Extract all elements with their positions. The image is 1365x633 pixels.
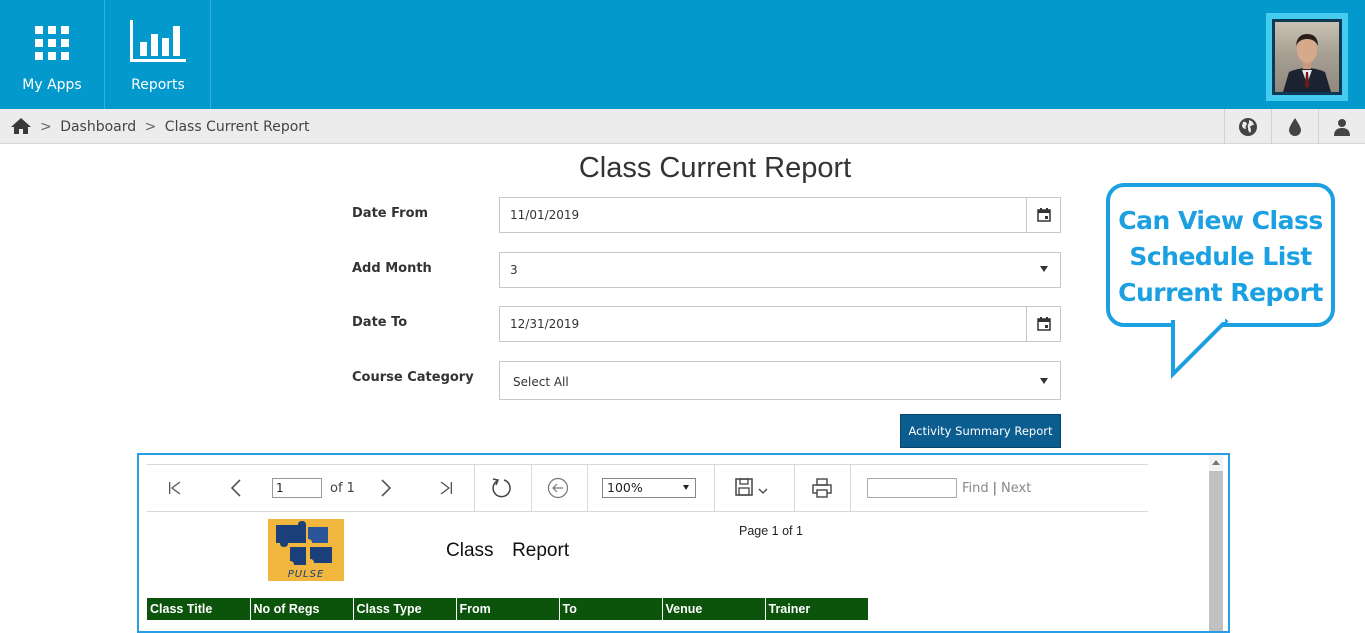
date-from-value: 11/01/2019	[510, 208, 580, 222]
last-page-icon	[440, 481, 452, 495]
next-link[interactable]: Next	[1001, 481, 1031, 496]
breadcrumb-current: Class Current Report	[164, 119, 310, 135]
find-input[interactable]	[867, 478, 957, 498]
avatar-photo	[1275, 22, 1339, 92]
globe-icon	[1239, 117, 1257, 136]
language-button[interactable]	[1224, 109, 1271, 144]
user-icon	[1334, 118, 1350, 136]
first-page-icon	[169, 481, 181, 495]
my-apps-tile[interactable]: My Apps	[0, 0, 105, 109]
report-scrollbar[interactable]	[1209, 455, 1223, 631]
print-button[interactable]	[811, 465, 833, 511]
logo-text: PULSE	[287, 569, 325, 580]
first-page-button[interactable]	[167, 465, 183, 511]
printer-icon	[812, 478, 832, 498]
breadcrumb-separator: >	[40, 119, 52, 135]
column-header: Trainer	[765, 598, 868, 620]
column-header: From	[456, 598, 560, 620]
course-category-select[interactable]: Select All	[499, 361, 1061, 400]
user-avatar[interactable]	[1266, 13, 1348, 101]
date-to-field[interactable]: 12/31/2019	[499, 306, 1061, 342]
profile-button[interactable]	[1318, 109, 1365, 144]
home-icon[interactable]	[10, 117, 32, 135]
page-of-label: of 1	[330, 480, 355, 496]
top-navigation-bar: My Apps Reports	[0, 0, 1365, 109]
breadcrumb: > Dashboard > Class Current Report	[40, 119, 314, 135]
scroll-up-arrow[interactable]	[1212, 460, 1220, 465]
table-header-row: Class Title No of Regs Class Type From T…	[147, 598, 868, 620]
my-apps-label: My Apps	[22, 77, 82, 93]
back-button[interactable]	[547, 465, 569, 511]
report-viewer: 1 of 1 100% Find | Next PULSE Class Repo…	[137, 453, 1230, 633]
add-month-select[interactable]: 3	[499, 252, 1061, 288]
course-category-label: Course Category	[352, 370, 474, 385]
callout-tail	[1171, 318, 1229, 379]
page-number-input[interactable]: 1	[272, 478, 322, 498]
chevron-down-icon	[1040, 266, 1048, 272]
calendar-icon	[1036, 208, 1051, 222]
add-month-label: Add Month	[352, 261, 432, 276]
save-icon	[735, 478, 768, 496]
column-header: Class Type	[353, 598, 457, 620]
report-title: Class Report	[446, 540, 570, 561]
callout-line: Can View Class	[1118, 206, 1323, 235]
find-link[interactable]: Find	[962, 481, 989, 496]
zoom-value: 100%	[607, 480, 643, 495]
breadcrumb-dashboard[interactable]: Dashboard	[60, 119, 136, 135]
date-to-calendar-button[interactable]	[1026, 307, 1060, 341]
calendar-icon	[1036, 317, 1051, 331]
back-arrow-icon	[547, 477, 569, 499]
page-title: Class Current Report	[578, 152, 852, 184]
reports-label: Reports	[131, 77, 185, 93]
droplet-icon	[1289, 117, 1301, 136]
column-header: To	[559, 598, 663, 620]
chevron-down-icon	[1040, 378, 1048, 384]
refresh-button[interactable]	[491, 465, 513, 511]
callout-line: Schedule List	[1129, 242, 1312, 271]
date-to-value: 12/31/2019	[510, 317, 580, 331]
zoom-select[interactable]: 100%	[602, 478, 696, 498]
refresh-icon	[492, 478, 511, 498]
column-header: Venue	[662, 598, 766, 620]
date-from-field[interactable]: 11/01/2019	[499, 197, 1061, 233]
activity-summary-report-button[interactable]: Activity Summary Report	[900, 414, 1061, 448]
reports-tile[interactable]: Reports	[106, 0, 211, 109]
previous-page-button[interactable]	[229, 465, 243, 511]
chevron-right-icon	[381, 479, 392, 497]
date-to-label: Date To	[352, 315, 408, 330]
report-table: Class Title No of Regs Class Type From T…	[147, 598, 868, 620]
column-header: No of Regs	[250, 598, 354, 620]
page-count: Page 1 of 1	[739, 524, 803, 538]
breadcrumb-separator: >	[144, 119, 157, 135]
breadcrumb-bar: > Dashboard > Class Current Report	[0, 109, 1365, 144]
grid-icon	[35, 26, 69, 60]
scroll-thumb[interactable]	[1209, 471, 1223, 631]
last-page-button[interactable]	[438, 465, 454, 511]
chevron-left-icon	[230, 479, 241, 497]
date-from-calendar-button[interactable]	[1026, 198, 1060, 232]
column-header: Class Title	[147, 598, 251, 620]
chevron-down-icon	[683, 485, 689, 490]
callout-line: Current Report	[1118, 278, 1323, 307]
callout-bubble: Can View Class Schedule List Current Rep…	[1106, 183, 1335, 327]
course-category-value: Select All	[513, 375, 569, 389]
export-button[interactable]	[735, 465, 771, 511]
pulse-logo: PULSE	[268, 519, 344, 581]
report-toolbar: 1 of 1 100% Find | Next	[147, 464, 1148, 512]
theme-button[interactable]	[1271, 109, 1318, 144]
date-from-label: Date From	[352, 206, 429, 221]
bar-chart-icon	[130, 20, 186, 62]
next-page-button[interactable]	[379, 465, 393, 511]
add-month-value: 3	[510, 263, 518, 277]
